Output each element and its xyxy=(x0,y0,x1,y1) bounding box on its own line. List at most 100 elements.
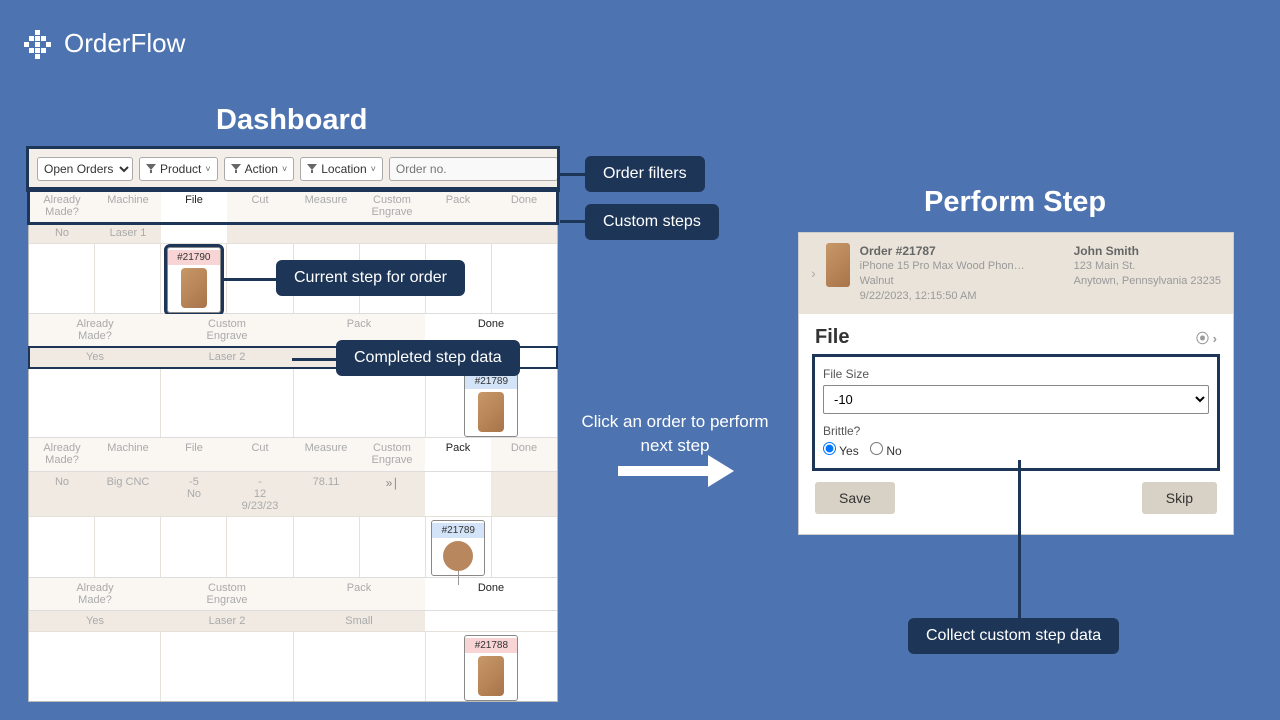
chevron-down-icon: ˅ xyxy=(205,164,210,174)
steps-header: AlreadyMade?CustomEngravePackDone xyxy=(29,577,557,611)
step-data-cell: Laser 2 xyxy=(161,347,293,367)
step-data-cell xyxy=(359,223,425,243)
open-orders-select[interactable]: Open Orders xyxy=(37,157,133,181)
step-data-cell: Laser 2 xyxy=(161,611,293,631)
product-filter[interactable]: Product˅ xyxy=(139,157,218,181)
step-header-cell: CustomEngrave xyxy=(359,190,425,222)
step-data-cell: -129/23/23 xyxy=(227,472,293,516)
step-header-cell: Done xyxy=(425,578,557,610)
order-slot-row: #21789 xyxy=(29,368,557,437)
step-data-cell: Big CNC xyxy=(95,472,161,516)
step-header-cell: CustomEngrave xyxy=(161,578,293,610)
step-data-row: NoBig CNC-5No-129/23/2378.11 »∣ xyxy=(29,472,557,517)
brand-logo: OrderFlow xyxy=(24,28,185,59)
funnel-icon xyxy=(231,164,241,174)
product-thumbnail xyxy=(443,541,473,571)
step-data-cell: Laser 1 xyxy=(95,223,161,243)
order-info: Order #21787 iPhone 15 Pro Max Wood Phon… xyxy=(860,243,1025,304)
step-header-cell: AlreadyMade? xyxy=(29,438,95,470)
step-header-cell: File xyxy=(161,190,227,222)
perform-header: › Order #21787 iPhone 15 Pro Max Wood Ph… xyxy=(799,233,1233,314)
step-data-cell xyxy=(227,223,293,243)
step-data-cell: Yes xyxy=(29,611,161,631)
chevron-down-icon: ˅ xyxy=(371,164,376,174)
step-data-cell: Small xyxy=(293,611,425,631)
brittle-no[interactable]: No xyxy=(870,444,902,458)
step-header-cell: Measure xyxy=(293,438,359,470)
back-icon[interactable]: › xyxy=(811,265,816,281)
customer-info: John Smith 123 Main St. Anytown, Pennsyl… xyxy=(1074,243,1221,304)
step-data-cell: 78.11 xyxy=(293,472,359,516)
funnel-icon xyxy=(307,164,317,174)
order-card[interactable]: #21790 xyxy=(167,247,221,313)
product-thumbnail xyxy=(478,392,504,432)
chevron-down-icon: ˅ xyxy=(282,164,287,174)
step-data-cell: Yes xyxy=(29,347,161,367)
filter-bar: Open Orders Product˅ Action˅ Location˅ xyxy=(29,149,557,189)
funnel-icon xyxy=(146,164,156,174)
logo-icon xyxy=(24,30,52,58)
callout-completed: Completed step data xyxy=(336,340,520,376)
step-header-cell: Machine xyxy=(95,190,161,222)
brittle-yes[interactable]: Yes xyxy=(823,444,859,458)
steps-header: AlreadyMade?MachineFileCutMeasureCustomE… xyxy=(29,189,557,223)
step-data-cell xyxy=(425,472,491,516)
brittle-label: Brittle? xyxy=(823,424,1209,438)
step-header-cell: Measure xyxy=(293,190,359,222)
order-card[interactable]: #21788 xyxy=(464,635,518,701)
order-no-input[interactable] xyxy=(389,157,558,181)
step-data-cell: »∣ xyxy=(359,472,425,516)
file-size-label: File Size xyxy=(823,367,1209,381)
perform-panel: › Order #21787 iPhone 15 Pro Max Wood Ph… xyxy=(798,232,1234,535)
step-header-cell: Done xyxy=(491,190,557,222)
product-thumbnail xyxy=(181,268,207,308)
step-data-cell xyxy=(491,223,557,243)
callout-current: Current step for order xyxy=(276,260,465,296)
step-header-cell: Pack xyxy=(293,578,425,610)
order-id: #21790 xyxy=(168,250,220,265)
step-data-cell: No xyxy=(29,223,95,243)
order-id: #21789 xyxy=(465,374,517,389)
step-header-cell: AlreadyMade? xyxy=(29,578,161,610)
product-thumbnail xyxy=(826,243,850,287)
order-card[interactable]: #21789 xyxy=(464,371,518,437)
arrow-icon xyxy=(618,460,738,480)
step-data-row: NoLaser 1 xyxy=(29,223,557,244)
steps-header: AlreadyMade?MachineFileCutMeasureCustomE… xyxy=(29,437,557,471)
callout-filters: Order filters xyxy=(585,156,705,192)
step-header-cell: AlreadyMade? xyxy=(29,190,95,222)
step-data-cell: No xyxy=(29,472,95,516)
step-data-cell xyxy=(425,611,557,631)
step-data-row: YesLaser 2Small xyxy=(29,611,557,632)
callout-collect: Collect custom step data xyxy=(908,618,1119,654)
step-header-cell: Pack xyxy=(425,438,491,470)
step-header-cell: Cut xyxy=(227,438,293,470)
step-nav-icons[interactable]: ⦿ › xyxy=(1196,328,1217,347)
step-data-cell xyxy=(491,472,557,516)
brand-name: OrderFlow xyxy=(64,28,185,59)
save-button[interactable]: Save xyxy=(815,482,895,514)
order-id: #21788 xyxy=(465,638,517,653)
skip-button[interactable]: Skip xyxy=(1142,482,1217,514)
step-header-cell: File xyxy=(161,438,227,470)
step-header-cell: Machine xyxy=(95,438,161,470)
perform-title: Perform Step xyxy=(924,186,1106,219)
fast-forward-icon: »∣ xyxy=(386,476,399,490)
dashboard-panel: Open Orders Product˅ Action˅ Location˅ A… xyxy=(28,148,558,702)
step-form: File Size -10 Brittle? Yes No xyxy=(815,357,1217,468)
dashboard-title: Dashboard xyxy=(216,104,367,137)
step-header-cell: AlreadyMade? xyxy=(29,314,161,346)
step-header-cell: Pack xyxy=(425,190,491,222)
order-id: #21789 xyxy=(432,523,484,538)
action-filter[interactable]: Action˅ xyxy=(224,157,295,181)
step-title: File ⦿ › xyxy=(815,326,1217,349)
step-header-cell: Done xyxy=(491,438,557,470)
step-data-cell: -5No xyxy=(161,472,227,516)
callout-click: Click an order to perform next step xyxy=(580,410,770,458)
file-size-select[interactable]: -10 xyxy=(823,385,1209,414)
order-slot-row: #21789 xyxy=(29,517,557,577)
step-data-cell xyxy=(425,223,491,243)
location-filter[interactable]: Location˅ xyxy=(300,157,383,181)
order-card[interactable]: #21789 xyxy=(431,520,485,576)
step-data-cell xyxy=(161,223,227,243)
